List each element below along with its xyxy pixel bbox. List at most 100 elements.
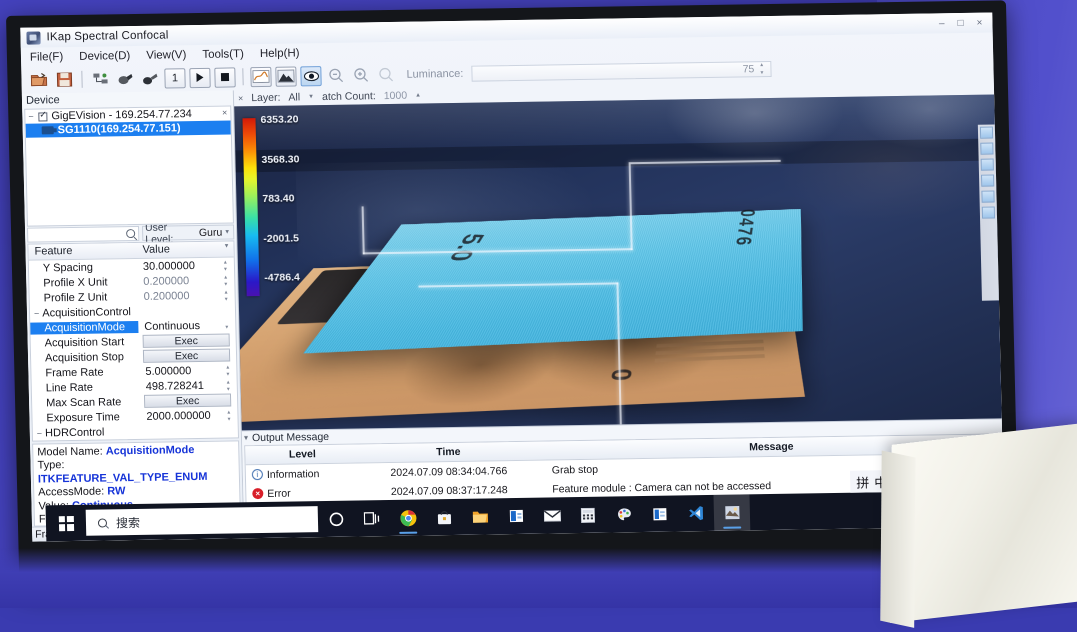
luminance-spinner[interactable]: ▲▼ [759, 63, 767, 76]
view-tool-6-icon[interactable] [982, 206, 995, 218]
height-map-icon[interactable] [275, 66, 296, 86]
device-tree-item-sg1110[interactable]: SG1110(169.254.77.151) [26, 120, 231, 137]
blue-app-icon[interactable] [641, 495, 678, 532]
colorbar-label-4: -4786.4 [264, 271, 300, 284]
view-tool-5-icon[interactable] [981, 190, 994, 202]
start-button[interactable] [46, 505, 87, 542]
single-grab-icon[interactable]: 1 [164, 68, 185, 88]
file-explorer-icon[interactable] [462, 498, 499, 535]
maximize-button[interactable]: □ [957, 17, 963, 28]
expander-icon[interactable]: − [28, 112, 34, 122]
zoom-in-icon[interactable] [350, 65, 371, 85]
monitor-screen: IKap Spectral Confocal – □ × File(F) Dev… [20, 13, 1004, 542]
start-grab-icon[interactable] [189, 67, 210, 87]
feature-name: Profile Z Unit [30, 290, 138, 304]
feature-group-label: HDRControl [45, 426, 105, 439]
feature-value[interactable]: 2000.000000 ▲▼ [140, 409, 237, 423]
menu-tools[interactable]: Tools(T) [202, 48, 244, 61]
profile-chart-icon[interactable] [250, 66, 271, 86]
disconnect-icon[interactable] [139, 68, 160, 88]
ikap-app-icon[interactable] [713, 494, 750, 531]
device-tree[interactable]: − GigEVision - 169.254.77.234 SG1110(169… [24, 105, 234, 226]
feature-name: Y Spacing [29, 260, 137, 274]
vscode-icon[interactable] [677, 495, 714, 532]
feature-value[interactable]: 0.200000 ▲▼ [137, 274, 234, 288]
feature-value-text: 5.000000 [145, 365, 191, 378]
luminance-value: 75 [742, 63, 754, 75]
acquisition-stop-exec-button[interactable]: Exec [143, 349, 230, 363]
feature-value[interactable]: Continuous ▼ [138, 319, 235, 333]
expander-icon[interactable]: − [37, 428, 43, 438]
user-level-select[interactable]: User Level: Guru ▼ [142, 224, 234, 240]
menu-file[interactable]: File(F) [30, 51, 63, 64]
spinner-icon[interactable]: ▲▼ [226, 410, 233, 422]
feature-search-input[interactable] [27, 226, 139, 243]
luminance-input[interactable]: 75 ▲▼ [471, 60, 771, 81]
paint-icon[interactable] [605, 496, 642, 533]
search-input[interactable]: 搜索 [86, 506, 319, 536]
device-tree-icon[interactable] [89, 69, 110, 89]
ime-mode: 拼 [856, 472, 869, 491]
chevron-down-icon[interactable]: ▼ [223, 244, 229, 250]
open-icon[interactable] [28, 70, 49, 90]
view-tool-1-icon[interactable] [980, 127, 993, 139]
window-title: IKap Spectral Confocal [46, 29, 168, 43]
layer-value[interactable]: All [288, 91, 300, 103]
save-icon[interactable] [53, 69, 74, 89]
feature-value[interactable]: 498.728241 ▲▼ [140, 379, 237, 393]
stop-grab-icon[interactable] [214, 67, 235, 87]
zoom-fit-icon[interactable] [375, 64, 396, 84]
calculator-icon[interactable] [569, 497, 606, 534]
view-tool-4-icon[interactable] [981, 174, 994, 186]
app-logo-icon [26, 31, 40, 44]
cortana-icon[interactable] [318, 501, 355, 538]
feature-grid[interactable]: Feature Value ▼ Y Spacing 30.000000 [27, 240, 239, 441]
chevron-down-icon[interactable]: ▼ [308, 94, 314, 100]
chrome-icon[interactable] [390, 499, 427, 536]
spinner-icon[interactable]: ▲▼ [224, 290, 231, 302]
acquisition-start-exec-button[interactable]: Exec [143, 334, 230, 348]
max-scan-rate-exec-button[interactable]: Exec [144, 394, 231, 408]
layer-label: Layer: [251, 92, 280, 104]
view-tool-2-icon[interactable] [980, 143, 993, 155]
office-icon[interactable] [497, 498, 534, 535]
feature-value-text: 30.000000 [143, 260, 195, 273]
feature-value[interactable]: 30.000000 ▲▼ [137, 259, 234, 273]
device-checkbox[interactable] [38, 112, 47, 121]
spinner-icon[interactable]: ▲ [415, 92, 421, 98]
connect-icon[interactable] [114, 68, 135, 88]
menu-view[interactable]: View(V) [146, 49, 186, 62]
chevron-down-icon[interactable]: ▼ [224, 320, 231, 332]
colorbar-label-2: 783.40 [262, 192, 294, 205]
batch-count-value[interactable]: 1000 [384, 90, 408, 102]
spinner-icon[interactable]: ▲▼ [225, 365, 232, 377]
view-tool-3-icon[interactable] [981, 158, 994, 170]
feature-value: Exec [139, 333, 236, 348]
menu-device[interactable]: Device(D) [79, 50, 130, 63]
minimize-button[interactable]: – [939, 18, 945, 29]
feature-name: Frame Rate [31, 365, 139, 379]
spinner-icon[interactable]: ▲▼ [223, 275, 230, 287]
task-view-icon[interactable] [354, 500, 391, 537]
feature-value[interactable]: 0.200000 ▲▼ [138, 289, 235, 303]
colorbar-label-1: 3568.30 [261, 153, 299, 166]
menu-help[interactable]: Help(H) [260, 47, 300, 60]
microsoft-store-icon[interactable] [426, 499, 463, 536]
eye-view-icon[interactable] [300, 66, 321, 86]
device-root-label: GigEVision - 169.254.77.234 [51, 108, 192, 122]
feature-group-hdr-control[interactable]: −HDRControl [33, 422, 238, 440]
spinner-icon[interactable]: ▲▼ [226, 380, 233, 392]
zoom-out-icon[interactable] [325, 65, 346, 85]
close-button[interactable]: × [976, 17, 982, 28]
batch-count-label: atch Count: [322, 90, 376, 103]
view-close-icon[interactable]: × [238, 93, 244, 103]
3d-viewport[interactable]: 0 5.0 0476 [234, 94, 1002, 430]
expander-icon[interactable]: ▾ [244, 433, 248, 442]
mail-icon[interactable] [533, 497, 570, 534]
spinner-icon[interactable]: ▲▼ [223, 260, 230, 272]
expander-icon[interactable]: − [34, 308, 40, 318]
output-time-cell: 2024.07.09 08:34:04.766 [354, 464, 544, 479]
device-panel-close-icon[interactable]: × [222, 108, 228, 118]
chevron-down-icon[interactable]: ▼ [224, 229, 233, 235]
feature-value[interactable]: 5.000000 ▲▼ [139, 364, 236, 378]
